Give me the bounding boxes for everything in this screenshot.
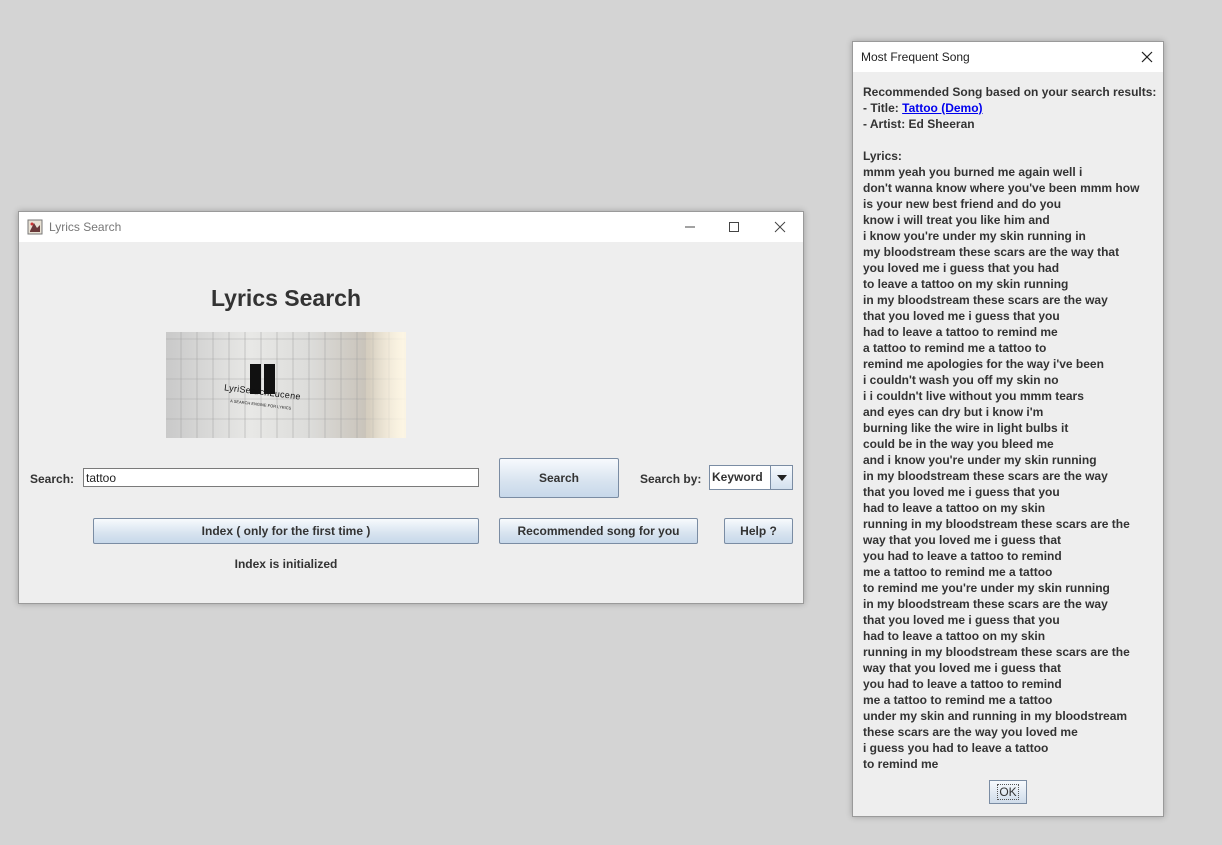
dialog-body: Recommended Song based on your search re… [863,84,1157,772]
lyrics-line: that you loved me i guess that you [863,485,1060,499]
recommend-song-button[interactable]: Recommended song for you [499,518,698,544]
lyrics-line: had to leave a tattoo on my skin [863,501,1046,515]
index-button[interactable]: Index ( only for the first time ) [93,518,479,544]
dropdown-arrow-icon[interactable] [770,466,792,489]
title-line: - Title: Tattoo (Demo) [863,100,1157,116]
lyrics-line: mmm yeah you burned me again well i [863,165,1083,179]
dialog-title: Most Frequent Song [861,50,970,64]
lyrics-line: way that you loved me i guess that [863,661,1062,675]
lyrics-line: you had to leave a tattoo to remind [863,677,1062,691]
lyrics-line: that you loved me i guess that you [863,309,1060,323]
minimize-icon [685,226,695,228]
close-icon [774,221,786,233]
title-prefix: - Title: [863,101,903,115]
lyrics-line: way that you loved me i guess that [863,533,1062,547]
lyrics-line: i i couldn't live without you mmm tears [863,389,1084,403]
search-label: Search: [30,472,75,486]
minimize-button[interactable] [667,212,713,242]
lyrics-line: a tattoo to remind me a tattoo to [863,341,1047,355]
search-by-value: Keyword [712,470,763,484]
lyrics-line: is your new best friend and do you [863,197,1062,211]
search-by-select[interactable]: Keyword [709,465,793,490]
lyrics-line: you had to leave a tattoo to remind [863,549,1062,563]
search-by-label: Search by: [640,472,702,486]
song-title-link[interactable]: Tattoo (Demo) [902,101,982,115]
lyrics-line: in my bloodstream these scars are the wa… [863,293,1108,307]
lyrics-line: and i know you're under my skin running [863,453,1097,467]
lyrics-line: to remind me [863,757,939,771]
title-bar[interactable]: Lyrics Search [19,212,803,242]
lyrics-line: my bloodstream these scars are the way t… [863,245,1120,259]
close-icon [1141,51,1153,63]
lyrics-line: me a tattoo to remind me a tattoo [863,693,1053,707]
lyrics-line: in my bloodstream these scars are the wa… [863,469,1108,483]
close-button[interactable] [757,212,803,242]
lyrics-line: know i will treat you like him and [863,213,1050,227]
lyrics-line: burning like the wire in light bulbs it [863,421,1069,435]
artist-line: - Artist: Ed Sheeran [863,117,975,131]
lyrics-line: to leave a tattoo on my skin running [863,277,1069,291]
ok-button[interactable]: OK [989,780,1027,804]
search-input[interactable] [83,468,479,487]
lyrics-line: that you loved me i guess that you [863,613,1060,627]
app-icon [27,219,43,235]
search-button[interactable]: Search [499,458,619,498]
dialog-close-button[interactable] [1131,42,1163,72]
lyrics-line: in my bloodstream these scars are the wa… [863,597,1108,611]
lyrics-search-window: Lyrics Search Lyrics Search LyriSearchLu… [18,211,804,604]
lyrics-line: under my skin and running in my bloodstr… [863,709,1128,723]
lyrics-line: you loved me i guess that you had [863,261,1060,275]
ok-label: OK [997,784,1019,800]
lyrics-line: and eyes can dry but i know i'm [863,405,1044,419]
logo-image: LyriSearchLucene A SEARCH ENGINE FOR LYR… [166,332,406,438]
most-frequent-song-dialog: Most Frequent Song Recommended Song base… [852,41,1164,817]
lyrics-line: i guess you had to leave a tattoo [863,741,1049,755]
lyrics-line: remind me apologies for the way i've bee… [863,357,1104,371]
lyrics-line: i couldn't wash you off my skin no [863,373,1059,387]
lyrics-line: to remind me you're under my skin runnin… [863,581,1110,595]
maximize-button[interactable] [711,212,757,242]
lyrics-line: running in my bloodstream these scars ar… [863,645,1130,659]
lyrics-line: could be in the way you bleed me [863,437,1054,451]
lyrics-line: running in my bloodstream these scars ar… [863,517,1130,531]
maximize-icon [729,222,739,232]
lyrics-line: had to leave a tattoo on my skin [863,629,1046,643]
lyrics-line: me a tattoo to remind me a tattoo [863,565,1053,579]
lyrics-label: Lyrics: [863,149,902,163]
lyrics-line: these scars are the way you loved me [863,725,1078,739]
lyrics-line: i know you're under my skin running in [863,229,1086,243]
window-title: Lyrics Search [49,220,122,234]
dialog-title-bar[interactable]: Most Frequent Song [853,42,1163,72]
help-button[interactable]: Help ? [724,518,793,544]
lyrics-line: had to leave a tattoo to remind me [863,325,1058,339]
lyrics-line: don't wanna know where you've been mmm h… [863,181,1140,195]
status-text: Index is initialized [234,557,338,571]
intro-text: Recommended Song based on your search re… [863,85,1157,99]
lyrics-text: mmm yeah you burned me again well i don't… [863,164,1157,772]
page-title: Lyrics Search [210,285,362,311]
